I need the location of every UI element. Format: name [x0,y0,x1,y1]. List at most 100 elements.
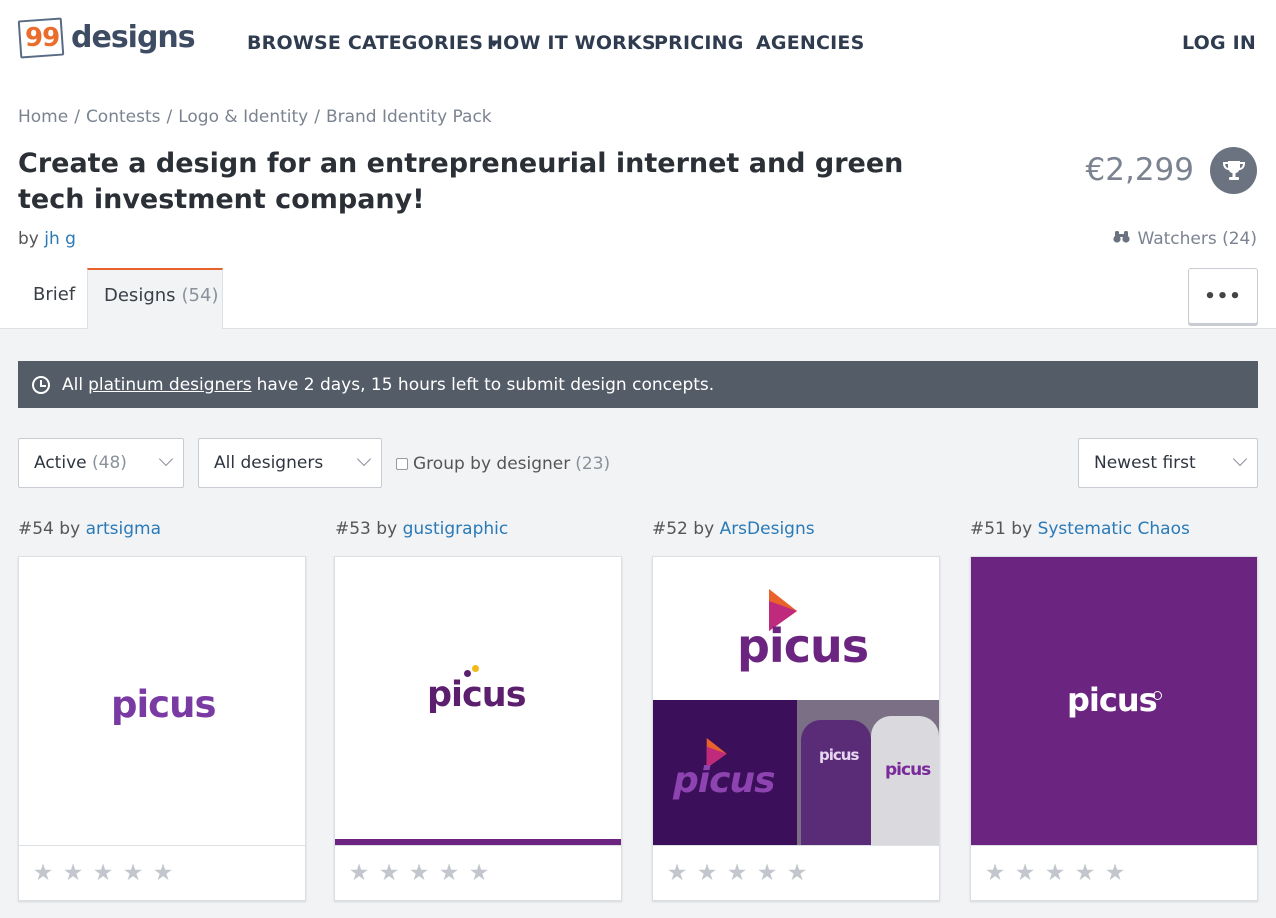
login-link[interactable]: LOG IN [1182,32,1256,54]
star-icon[interactable]: ★ [725,861,749,885]
trophy-icon [1210,147,1257,194]
watchers-link[interactable]: Watchers (24) [1113,229,1257,249]
designers-filter-select[interactable]: All designers [198,438,382,488]
group-by-designer-count: (23) [575,454,611,474]
entry-by: by [376,519,398,539]
star-icon[interactable]: ★ [1043,861,1067,885]
status-filter-label: Active [34,453,87,473]
design-logo-text: picus [111,683,216,726]
entry-by: by [1011,519,1033,539]
breadcrumb-separator: / [74,107,80,127]
entry-by: by [59,519,81,539]
design-logo-text: picus [427,675,527,715]
designer-link[interactable]: Systematic Chaos [1038,519,1190,539]
star-rating[interactable]: ★ ★ ★ ★ ★ [19,845,305,900]
star-icon[interactable]: ★ [1073,861,1097,885]
star-icon[interactable]: ★ [1013,861,1037,885]
purple-tshirt: picus [801,720,871,845]
status-filter-select[interactable]: Active (48) [18,438,184,488]
star-icon[interactable]: ★ [151,861,175,885]
star-rating[interactable]: ★ ★ ★ ★ ★ [653,845,939,900]
star-rating[interactable]: ★ ★ ★ ★ ★ [971,845,1257,900]
alarm-clock-icon [32,375,50,394]
design-card[interactable]: picus ★ ★ ★ ★ ★ [970,556,1258,901]
breadcrumb-home[interactable]: Home [18,107,68,127]
breadcrumb-contests[interactable]: Contests [86,107,161,127]
nav-browse-categories[interactable]: BROWSE CATEGORIES [247,32,500,54]
author-link[interactable]: jh g [44,229,76,249]
star-icon[interactable]: ★ [665,861,689,885]
design-thumbnail[interactable]: picus [335,557,621,845]
star-icon[interactable]: ★ [377,861,401,885]
nav-how-it-works[interactable]: HOW IT WORKS [487,32,656,54]
contest-byline: by jh g [18,229,76,249]
byline-prefix: by [18,229,39,249]
design-entry-label: #52 by ArsDesigns [652,519,815,539]
star-icon[interactable]: ★ [467,861,491,885]
design-entry-label: #51 by Systematic Chaos [970,519,1190,539]
binoculars-icon [1113,230,1132,248]
logo-word: designs [71,20,196,55]
design-thumbnail[interactable]: picus [971,557,1257,845]
sort-label: Newest first [1094,453,1196,473]
99designs-logo[interactable]: 99 designs [17,17,196,61]
design-entry-label: #54 by artsigma [18,519,161,539]
design-card[interactable]: picus picus picus picus ★ ★ ★ ★ ★ [652,556,940,901]
designer-link[interactable]: artsigma [86,519,161,539]
design-logo-text: picus [737,619,869,673]
registered-mark-icon [1153,691,1162,700]
designer-link[interactable]: ArsDesigns [720,519,815,539]
logo-number: 99 [25,23,60,53]
group-by-designer-label: Group by designer [413,454,571,474]
contest-title: Create a design for an entrepreneurial i… [18,148,904,215]
tab-designs[interactable]: Designs (54) [87,268,223,329]
nav-agencies[interactable]: AGENCIES [756,32,864,54]
design-card[interactable]: picus ★ ★ ★ ★ ★ [18,556,306,901]
breadcrumb-brand-identity-pack[interactable]: Brand Identity Pack [326,107,492,127]
tab-brief[interactable]: Brief [17,268,91,320]
star-icon[interactable]: ★ [121,861,145,885]
sort-select[interactable]: Newest first [1078,438,1258,488]
star-rating[interactable]: ★ ★ ★ ★ ★ [335,845,621,900]
star-icon[interactable]: ★ [91,861,115,885]
design-logo-text: picus [819,746,859,764]
status-filter-count: (48) [92,453,127,473]
entry-number: #53 [335,519,371,539]
star-icon[interactable]: ★ [407,861,431,885]
design-thumbnail[interactable]: picus [19,557,305,845]
star-icon[interactable]: ★ [437,861,461,885]
group-by-designer-checkbox[interactable] [396,458,408,470]
chevron-down-icon [1232,451,1248,467]
entry-number: #52 [652,519,688,539]
star-icon[interactable]: ★ [347,861,371,885]
group-by-designer-toggle[interactable]: Group by designer (23) [396,454,610,474]
star-icon[interactable]: ★ [695,861,719,885]
star-icon[interactable]: ★ [983,861,1007,885]
alert-text: have 2 days, 15 hours left to submit des… [256,374,715,395]
star-icon[interactable]: ★ [31,861,55,885]
breadcrumb-separator: / [314,107,320,127]
tab-designs-label: Designs [104,284,176,306]
white-tshirt: picus [871,716,939,845]
designs-content: All platinum designers have 2 days, 15 h… [0,329,1276,918]
breadcrumb: Home / Contests / Logo & Identity / Brand Iden… [18,107,492,127]
designers-filter-label: All designers [214,453,324,473]
contest-tabs: Brief Designs (54) [0,268,1276,329]
platinum-designers-link[interactable]: platinum designers [88,375,252,395]
design-thumbnail[interactable]: picus picus picus picus [653,557,939,845]
design-logo-text: picus [673,760,776,801]
logo-dot-decoration [472,665,479,672]
star-icon[interactable]: ★ [785,861,809,885]
breadcrumb-logo-identity[interactable]: Logo & Identity [178,107,308,127]
star-icon[interactable]: ★ [755,861,779,885]
more-options-button[interactable]: ••• [1188,268,1258,324]
tab-designs-count: (54) [181,284,219,306]
design-card[interactable]: picus ★ ★ ★ ★ ★ [334,556,622,901]
star-icon[interactable]: ★ [61,861,85,885]
contest-prize: €2,299 [1085,152,1194,188]
star-icon[interactable]: ★ [1103,861,1127,885]
design-entry-label: #53 by gustigraphic [335,519,508,539]
design-logo-text: picus [885,760,931,780]
designer-link[interactable]: gustigraphic [403,519,509,539]
nav-pricing[interactable]: PRICING [654,32,744,54]
